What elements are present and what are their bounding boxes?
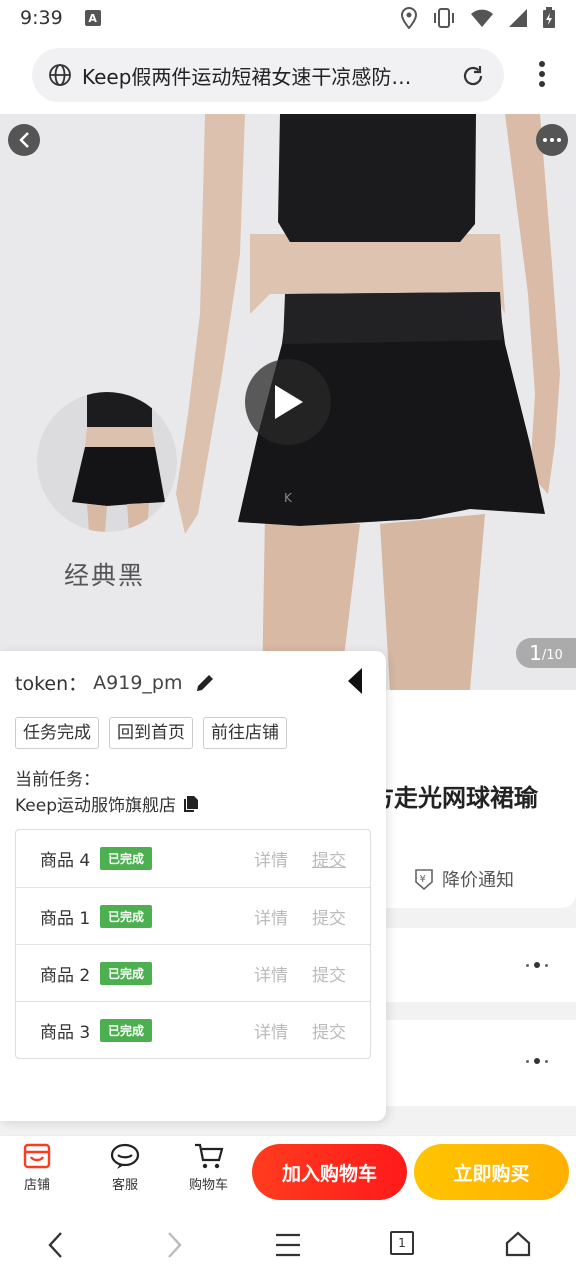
info-card[interactable] xyxy=(370,928,576,1002)
current-task-label: 当前任务： xyxy=(15,770,100,790)
info-card[interactable] xyxy=(370,1020,576,1106)
store-icon xyxy=(23,1143,51,1169)
signal-icon xyxy=(509,9,527,27)
submit-link[interactable]: 提交 xyxy=(312,1018,346,1043)
image-counter: 1 /10 xyxy=(516,638,576,668)
status-time: 9:39 xyxy=(20,7,63,29)
color-swatch-thumbnail[interactable] xyxy=(37,392,177,532)
store-label: 店铺 xyxy=(23,1178,50,1193)
cart-button[interactable]: 购物车 xyxy=(189,1142,228,1193)
detail-link[interactable]: 详情 xyxy=(254,846,288,871)
browser-menu-icon[interactable] xyxy=(538,60,546,88)
detail-link[interactable]: 详情 xyxy=(254,961,288,986)
nav-menu-icon[interactable] xyxy=(274,1232,302,1258)
svg-text:¥: ¥ xyxy=(420,874,426,885)
more-dots-icon xyxy=(526,1058,548,1064)
back-button[interactable] xyxy=(8,124,40,156)
location-icon xyxy=(400,7,418,29)
yen-notice-icon: ¥ xyxy=(415,869,433,891)
cart-label: 购物车 xyxy=(189,1178,229,1193)
service-label: 客服 xyxy=(111,1178,138,1193)
swatch-label: 经典黑 xyxy=(64,561,146,590)
product-image[interactable]: K 经典黑 1 /10 xyxy=(0,114,576,690)
submit-link[interactable]: 提交 xyxy=(312,904,346,929)
submit-link[interactable]: 提交 xyxy=(312,961,346,986)
status-bar: 9:39 A xyxy=(0,0,576,36)
task-row: 商品 3 已完成 详情 提交 xyxy=(16,1001,370,1058)
status-badge: 已完成 xyxy=(100,1018,153,1042)
more-dots-icon xyxy=(526,962,548,968)
status-badge: 已完成 xyxy=(100,847,153,870)
tabs-count-icon[interactable]: 1 xyxy=(390,1231,414,1255)
pencil-icon[interactable] xyxy=(194,672,216,694)
url-field[interactable]: Keep假两件运动短裙女速干凉感防… xyxy=(32,48,504,102)
browser-nav-bar: 1 xyxy=(0,1210,576,1280)
task-row: 商品 2 已完成 详情 提交 xyxy=(16,944,370,1001)
task-item-name: 商品 1 xyxy=(40,908,91,929)
battery-icon xyxy=(543,7,555,28)
home-icon[interactable] xyxy=(504,1230,532,1258)
add-to-cart-button[interactable]: 加入购物车 xyxy=(252,1144,407,1200)
current-task: Keep运动服饰旗舰店 xyxy=(15,791,200,816)
nav-back-icon[interactable] xyxy=(46,1230,66,1260)
browser-url-bar: Keep假两件运动短裙女速干凉感防… xyxy=(0,36,576,114)
panel-buttons: 任务完成 回到首页 前往店铺 xyxy=(15,717,287,749)
bottom-action-bar: 店铺 客服 购物车 加入购物车 立即购买 xyxy=(0,1135,576,1210)
play-video-button[interactable] xyxy=(245,359,331,445)
current-task-name: Keep运动服饰旗舰店 xyxy=(15,796,177,816)
wifi-icon xyxy=(471,9,493,27)
task-panel: token： A919_pm 任务完成 回到首页 前往店铺 当前任务： Keep… xyxy=(0,651,386,1121)
task-item-name: 商品 3 xyxy=(40,1022,91,1043)
reload-icon[interactable] xyxy=(460,63,486,89)
notification-a-icon: A xyxy=(84,10,101,26)
status-badge: 已完成 xyxy=(100,961,153,985)
token-value: A919_pm xyxy=(93,671,183,694)
buy-now-button[interactable]: 立即购买 xyxy=(414,1144,569,1200)
nav-forward-icon[interactable] xyxy=(164,1230,184,1260)
token-label: token： xyxy=(15,673,88,695)
copy-icon[interactable] xyxy=(182,795,200,813)
customer-service-button[interactable]: 客服 xyxy=(110,1142,140,1193)
task-item-name: 商品 4 xyxy=(40,851,91,871)
chat-face-icon xyxy=(110,1143,140,1169)
counter-current: 1 xyxy=(529,641,542,665)
task-item-name: 商品 2 xyxy=(40,965,91,986)
submit-link[interactable]: 提交 xyxy=(312,846,346,871)
price-notice-label: 降价通知 xyxy=(442,870,514,891)
chevron-left-icon xyxy=(19,132,29,148)
status-badge: 已完成 xyxy=(100,904,153,928)
more-button[interactable] xyxy=(536,124,568,156)
task-list: 商品 4 已完成 详情 提交 商品 1 已完成 详情 提交 商品 2 已完成 详… xyxy=(15,829,371,1059)
price-drop-notice[interactable]: ¥ 降价通知 xyxy=(412,866,514,892)
status-icons xyxy=(400,7,556,29)
go-to-store-button[interactable]: 前往店铺 xyxy=(203,717,287,749)
svg-text:K: K xyxy=(284,491,293,505)
detail-link[interactable]: 详情 xyxy=(254,1018,288,1043)
play-icon xyxy=(275,385,303,419)
cart-icon xyxy=(194,1143,223,1169)
collapse-triangle-icon[interactable] xyxy=(346,667,364,695)
task-row: 商品 4 已完成 详情 提交 xyxy=(16,830,370,887)
token-row: token： A919_pm xyxy=(15,669,216,696)
counter-total: /10 xyxy=(541,647,563,663)
store-button[interactable]: 店铺 xyxy=(22,1142,52,1193)
task-complete-button[interactable]: 任务完成 xyxy=(15,717,99,749)
vibrate-icon xyxy=(434,8,454,28)
product-title: 方走光网球裙瑜 xyxy=(370,784,538,812)
globe-icon xyxy=(49,64,71,86)
task-row: 商品 1 已完成 详情 提交 xyxy=(16,887,370,944)
detail-link[interactable]: 详情 xyxy=(254,904,288,929)
url-title: Keep假两件运动短裙女速干凉感防… xyxy=(82,64,412,89)
swatch-figure xyxy=(72,392,165,532)
back-home-button[interactable]: 回到首页 xyxy=(109,717,193,749)
